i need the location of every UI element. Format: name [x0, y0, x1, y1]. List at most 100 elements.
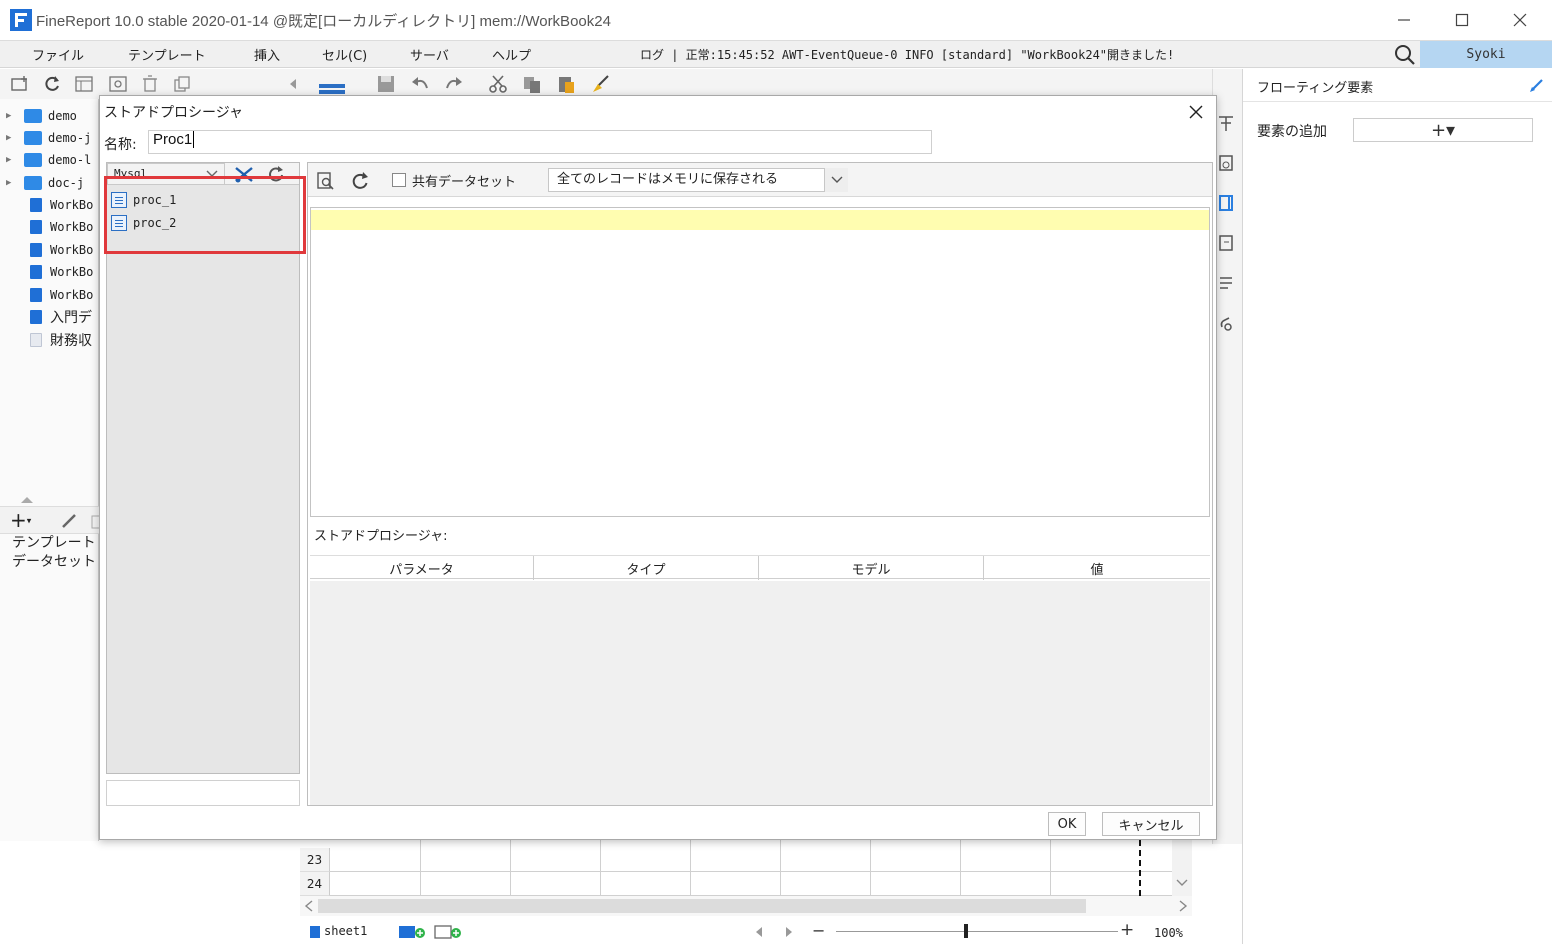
- scroll-right-icon[interactable]: [1178, 900, 1188, 912]
- procedure-section-label: ストアドプロシージャ:: [314, 529, 448, 544]
- expand-arrow-icon[interactable]: ▶: [6, 178, 16, 188]
- tree-file[interactable]: WorkBo: [0, 284, 99, 306]
- vertical-scrollbar[interactable]: [1172, 840, 1192, 896]
- column-header-type[interactable]: タイプ: [534, 556, 759, 580]
- sheet-tab[interactable]: sheet1: [324, 924, 367, 938]
- name-input[interactable]: Proc1: [148, 130, 932, 154]
- menu-file[interactable]: ファイル: [32, 45, 84, 64]
- memory-mode-select[interactable]: 全てのレコードはメモリに保存される: [548, 168, 848, 192]
- preview-icon[interactable]: [316, 171, 336, 191]
- zoom-out-button[interactable]: −: [812, 921, 825, 940]
- scroll-left-icon[interactable]: [304, 900, 314, 912]
- report-file-icon: [30, 288, 42, 302]
- tree-file[interactable]: WorkBo: [0, 239, 99, 261]
- menu-insert[interactable]: 挿入: [254, 45, 280, 64]
- grid-line: [960, 840, 961, 896]
- maximize-icon: [1455, 13, 1469, 27]
- tree-file[interactable]: 入門デ: [0, 306, 99, 328]
- grid-line: [1050, 840, 1051, 896]
- zoom-slider-track[interactable]: [836, 931, 1118, 932]
- splitter-up-icon[interactable]: [20, 496, 34, 504]
- tree-file[interactable]: 財務収: [0, 329, 99, 351]
- format-painter-icon[interactable]: [590, 74, 610, 94]
- row-number[interactable]: 23: [300, 848, 330, 872]
- style-icon[interactable]: [1217, 153, 1235, 173]
- horizontal-scrollbar[interactable]: [300, 896, 1192, 916]
- cancel-button[interactable]: キャンセル: [1102, 812, 1200, 836]
- parameter-table-body[interactable]: [310, 581, 1210, 805]
- column-header-value[interactable]: 値: [984, 556, 1210, 580]
- menu-cell[interactable]: セル(C): [322, 45, 367, 64]
- pin-icon[interactable]: [1529, 77, 1545, 93]
- save-icon[interactable]: [376, 74, 396, 94]
- layout-icon[interactable]: [318, 74, 346, 94]
- grid-line: [780, 840, 781, 896]
- refresh-icon[interactable]: [350, 171, 370, 191]
- tree-file-label: WorkBo: [50, 220, 94, 234]
- sql-editor[interactable]: [310, 207, 1210, 517]
- tree-file[interactable]: WorkBo: [0, 261, 99, 283]
- zoom-slider-thumb[interactable]: [964, 924, 968, 938]
- minimize-button[interactable]: [1384, 6, 1424, 34]
- row-number[interactable]: 24: [300, 872, 330, 896]
- menu-template[interactable]: テンプレート: [128, 45, 206, 64]
- procedure-filter-input[interactable]: [106, 780, 300, 806]
- minimize-icon: [1398, 19, 1410, 21]
- next-sheet-icon[interactable]: [784, 926, 794, 938]
- tree-file[interactable]: WorkBo: [0, 194, 99, 216]
- parameter-table-header: パラメータ タイプ モデル 値: [310, 555, 1210, 580]
- tree-folder-label: demo: [48, 109, 77, 123]
- dialog-close-button[interactable]: [1184, 100, 1208, 124]
- collapse-left-icon[interactable]: [288, 74, 298, 94]
- expand-arrow-icon[interactable]: ▶: [6, 111, 16, 121]
- tree-file-label: WorkBo: [50, 288, 94, 302]
- cell-attr-icon[interactable]: [1217, 113, 1235, 133]
- add-report-sheet-icon[interactable]: [398, 924, 426, 940]
- zoom-in-button[interactable]: +: [1120, 920, 1134, 940]
- settings-icon[interactable]: [108, 74, 128, 94]
- shared-dataset-checkbox[interactable]: [392, 173, 406, 187]
- copy-icon[interactable]: [172, 74, 192, 94]
- menu-help[interactable]: ヘルプ: [492, 45, 531, 64]
- column-header-parameter[interactable]: パラメータ: [310, 556, 534, 580]
- scroll-down-icon[interactable]: [1176, 878, 1188, 888]
- column-header-model[interactable]: モデル: [759, 556, 984, 580]
- search-icon[interactable]: [1392, 43, 1418, 67]
- folder-icon: [24, 153, 42, 167]
- add-element-dropdown[interactable]: +▾: [1353, 118, 1533, 142]
- tree-folder[interactable]: ▶ demo-j: [0, 127, 99, 149]
- grid-line: [330, 871, 1192, 872]
- copy-cells-icon[interactable]: [522, 74, 542, 94]
- cut-icon[interactable]: [488, 74, 508, 94]
- tree-folder[interactable]: ▶ doc-j: [0, 172, 99, 194]
- add-dataset-button[interactable]: +▾: [10, 508, 31, 532]
- tree-file[interactable]: WorkBo: [0, 216, 99, 238]
- edit-icon[interactable]: [60, 512, 78, 530]
- menu-server[interactable]: サーバ: [410, 45, 449, 64]
- delete-icon[interactable]: [140, 74, 160, 94]
- maximize-button[interactable]: [1442, 6, 1482, 34]
- new-folder-icon[interactable]: [10, 74, 30, 94]
- tree-folder[interactable]: ▶ demo: [0, 105, 99, 127]
- menu-bar: ファイル テンプレート 挿入 セル(C) サーバ ヘルプ ログ | 正常:15:…: [0, 40, 1552, 68]
- prev-sheet-icon[interactable]: [754, 926, 764, 938]
- hyperlink-icon[interactable]: [1217, 313, 1235, 333]
- add-dashboard-sheet-icon[interactable]: [434, 924, 462, 940]
- user-badge[interactable]: Syoki: [1420, 41, 1552, 68]
- paste-icon[interactable]: [556, 74, 576, 94]
- expand-arrow-icon[interactable]: ▶: [6, 133, 16, 143]
- document-file-icon: [30, 333, 42, 347]
- tree-folder[interactable]: ▶ demo-l: [0, 149, 99, 171]
- float-element-icon[interactable]: [1217, 193, 1235, 213]
- widget-icon[interactable]: [1217, 233, 1235, 253]
- undo-icon[interactable]: [410, 74, 430, 94]
- ok-button[interactable]: OK: [1048, 812, 1086, 836]
- close-window-button[interactable]: [1500, 6, 1540, 34]
- expand-arrow-icon[interactable]: ▶: [6, 155, 16, 165]
- scroll-thumb[interactable]: [318, 899, 1086, 913]
- template-view-icon[interactable]: [74, 74, 94, 94]
- condition-icon[interactable]: [1217, 273, 1235, 293]
- chevron-down-icon[interactable]: [824, 168, 848, 192]
- refresh-icon[interactable]: [42, 74, 62, 94]
- redo-icon[interactable]: [444, 74, 464, 94]
